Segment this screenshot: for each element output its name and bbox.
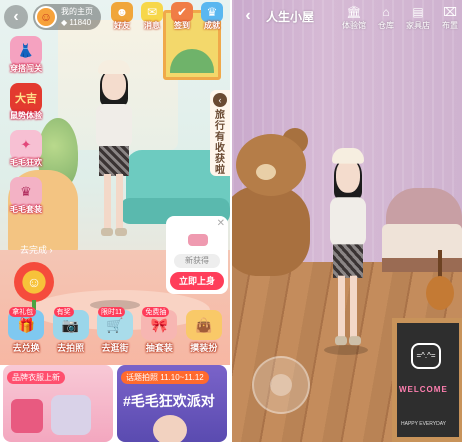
- welcome-text: WELCOME: [399, 385, 448, 394]
- museum-button[interactable]: 🏛 体验馆: [342, 4, 366, 31]
- topic-photo-tag: 话题拍照 11.10~11.12: [121, 371, 209, 384]
- home-title: 我的主页: [61, 7, 93, 16]
- new-item-label: 新获得: [174, 254, 220, 268]
- dressup-label: 摸装扮: [190, 343, 218, 353]
- carnival-button[interactable]: ✦ 毛毛狂欢: [6, 130, 46, 168]
- new-item-thumbnail: [188, 234, 208, 246]
- friends-icon: ☻: [111, 2, 133, 22]
- exchange-label: 去兑换: [12, 343, 40, 353]
- header-bar: ‹ 人生小屋: [238, 6, 314, 26]
- dressing-room-panel: ‹ ☺ 我的主页 ◆ 11840 ☻ 好友 ✉ 消息 ✔ 签到 ♛ 成就 👗 穿…: [0, 0, 230, 442]
- gacha-tag: 免费抽: [142, 307, 170, 317]
- chevron-left-icon: ‹: [13, 8, 19, 25]
- avatar-character[interactable]: [92, 60, 136, 240]
- chalkboard-sign: =^.^= WELCOME HAPPY EVERYDAY: [392, 318, 462, 442]
- cat-drawing: =^.^=: [411, 343, 441, 369]
- flower-mascot[interactable]: ☺: [14, 262, 54, 302]
- happy-text: HAPPY EVERYDAY: [401, 421, 447, 427]
- go-finish-link[interactable]: 去完成 ›: [20, 243, 53, 256]
- toolbar: 🏛 体验馆 ⌂ 仓库 ▤ 家具店 ⌧ 布置: [342, 4, 462, 31]
- fortune-button[interactable]: 大吉 鼠势体验: [6, 83, 46, 121]
- travel-reward-text: 旅行有收获啦: [215, 110, 225, 176]
- gacha-label: 抽套装: [145, 343, 173, 353]
- shopping-button[interactable]: 限时11 🛒 去逛街: [94, 307, 136, 354]
- warehouse-label: 仓库: [378, 21, 394, 30]
- arrow-left-icon: ‹: [213, 93, 227, 107]
- achievements-label: 成就: [204, 21, 220, 30]
- close-icon[interactable]: ✕: [217, 218, 225, 229]
- fashion-challenge-icon: 👗: [10, 36, 42, 66]
- my-home-button[interactable]: ☺ 我的主页 ◆ 11840: [33, 4, 101, 30]
- back-button[interactable]: ‹: [4, 5, 28, 29]
- teddy-bear[interactable]: [232, 128, 312, 278]
- header-bar: ‹ ☺ 我的主页 ◆ 11840: [4, 4, 101, 30]
- banner-row: 品牌衣服上新 话题拍照 11.10~11.12 #毛毛狂欢派对: [0, 365, 230, 442]
- brand-new-banner[interactable]: 品牌衣服上新: [3, 365, 113, 442]
- furniture-store-icon: ▤: [412, 5, 424, 19]
- friends-label: 好友: [114, 21, 130, 30]
- life-cabin-panel: =^.^= WELCOME HAPPY EVERYDAY ‹ 人生小屋 🏛 体验…: [232, 0, 462, 442]
- dressup-button[interactable]: 👜 摸装扮: [183, 310, 225, 354]
- brand-new-tag: 品牌衣服上新: [7, 371, 65, 384]
- exchange-tag: 拿礼包: [9, 307, 37, 317]
- carnival-icon: ✦: [10, 130, 42, 160]
- messages-button[interactable]: ✉ 消息: [140, 2, 164, 31]
- fashion-challenge-button[interactable]: 👗 穿搭闯关: [6, 36, 46, 74]
- trophy-icon: ♛: [201, 2, 223, 22]
- joystick-knob[interactable]: [270, 374, 292, 396]
- arrange-label: 布置: [442, 21, 458, 30]
- back-button[interactable]: ‹: [238, 6, 258, 26]
- coin-count: 11840: [69, 18, 92, 27]
- shopping-tag: 限时11: [97, 307, 126, 317]
- outfit-set-label: 毛毛套装: [10, 205, 42, 214]
- guitar[interactable]: [426, 250, 454, 310]
- page-title: 人生小屋: [266, 9, 315, 24]
- checkin-label: 签到: [174, 21, 190, 30]
- travel-reward-tab[interactable]: ‹ 旅行有收获啦: [210, 90, 230, 176]
- handbag-image: [11, 399, 43, 433]
- photo-label: 去拍照: [57, 343, 85, 353]
- avatar: ☺: [35, 6, 57, 28]
- go-finish-label: 去完成: [20, 245, 48, 255]
- banner-character-image: [153, 415, 187, 442]
- outfit-set-button[interactable]: ♛ 毛毛套装: [6, 177, 46, 215]
- checkin-button[interactable]: ✔ 签到: [170, 2, 194, 31]
- warehouse-button[interactable]: ⌂ 仓库: [374, 4, 398, 31]
- side-event-list: 👗 穿搭闯关 大吉 鼠势体验 ✦ 毛毛狂欢 ♛ 毛毛套装: [6, 36, 46, 215]
- wear-now-button[interactable]: 立即上身: [170, 272, 224, 290]
- arrange-button[interactable]: ⌧ 布置: [438, 4, 462, 31]
- fortune-label: 鼠势体验: [10, 111, 42, 120]
- fortune-icon: 大吉: [10, 83, 42, 113]
- warehouse-icon: ⌂: [382, 5, 390, 19]
- shopping-label: 去逛街: [101, 343, 129, 353]
- carnival-label: 毛毛狂欢: [10, 158, 42, 167]
- furniture-store-button[interactable]: ▤ 家具店: [406, 4, 430, 31]
- action-row: 拿礼包 🎁 去兑换 有奖 📷 去拍照 限时11 🛒 去逛街 免费抽 🎀 抽套装 …: [0, 307, 230, 354]
- checkin-icon: ✔: [171, 2, 193, 22]
- furniture-store-label: 家具店: [406, 21, 430, 30]
- photo-tag: 有奖: [53, 307, 74, 317]
- jacket-image: [51, 395, 91, 435]
- messages-label: 消息: [144, 21, 160, 30]
- topic-photo-title: #毛毛狂欢派对: [123, 393, 215, 409]
- chevron-left-icon: ‹: [245, 7, 251, 24]
- fashion-challenge-label: 穿搭闯关: [10, 64, 42, 73]
- friends-button[interactable]: ☻ 好友: [110, 2, 134, 31]
- exchange-button[interactable]: 拿礼包 🎁 去兑换: [5, 307, 47, 354]
- museum-label: 体验馆: [342, 21, 366, 30]
- topic-photo-banner[interactable]: 话题拍照 11.10~11.12 #毛毛狂欢派对: [117, 365, 227, 442]
- gacha-button[interactable]: 免费抽 🎀 抽套装: [138, 307, 180, 354]
- movement-joystick[interactable]: [252, 356, 310, 414]
- museum-icon: 🏛: [346, 5, 362, 19]
- achievements-button[interactable]: ♛ 成就: [200, 2, 224, 31]
- top-icon-row: ☻ 好友 ✉ 消息 ✔ 签到 ♛ 成就: [110, 2, 224, 31]
- arrange-icon: ⌧: [443, 5, 457, 19]
- avatar-character[interactable]: [326, 148, 370, 383]
- message-icon: ✉: [141, 2, 163, 22]
- new-item-card: ✕ 新获得 立即上身: [166, 216, 228, 294]
- photo-button[interactable]: 有奖 📷 去拍照: [50, 307, 92, 354]
- outfit-set-icon: ♛: [10, 177, 42, 207]
- dressup-icon: 👜: [185, 310, 222, 340]
